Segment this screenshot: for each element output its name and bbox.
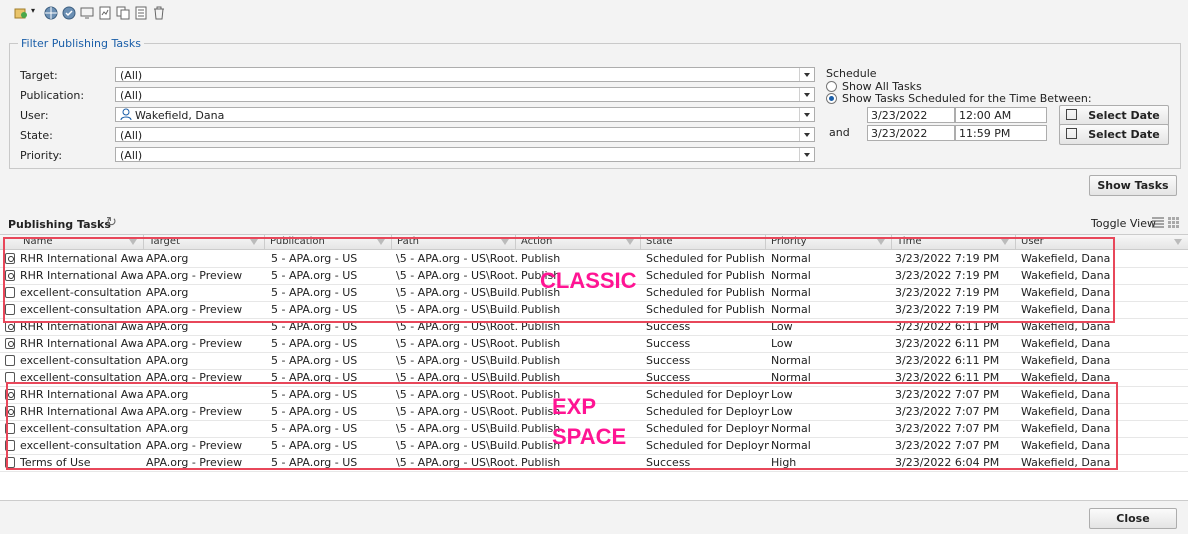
classic-annotation: CLASSIC (540, 268, 637, 293)
priority-label: Priority: (20, 149, 63, 162)
table-row[interactable]: excellent-consultation APA.org 5 - APA.org… (0, 352, 1188, 370)
page-task-icon (5, 355, 15, 366)
cell-name: RHR International Awa... (20, 337, 144, 350)
show-all-radio[interactable] (826, 81, 837, 92)
trash-icon[interactable] (152, 6, 166, 20)
space-annotation: SPACE (552, 424, 627, 449)
chevron-down-icon[interactable] (799, 128, 814, 141)
toolbar: ▾ (0, 0, 1188, 28)
publication-value: (All) (120, 89, 143, 102)
user-value: Wakefield, Dana (135, 109, 225, 122)
globe-check-icon[interactable] (62, 6, 76, 20)
new-task-dropdown-icon[interactable]: ▾ (31, 6, 35, 15)
filter-legend: Filter Publishing Tasks (18, 37, 144, 50)
cell-publication: 5 - APA.org - US (271, 354, 358, 367)
target-label: Target: (20, 69, 58, 82)
monitor-icon[interactable] (80, 6, 94, 20)
cell-time: 3/23/2022 6:11 PM (895, 337, 1000, 350)
new-task-icon[interactable] (14, 6, 28, 20)
to-time-input[interactable]: 11:59 PM (955, 125, 1047, 141)
cell-name: excellent-consultation (20, 354, 142, 367)
priority-select[interactable]: (All) (115, 147, 815, 162)
refresh-icon[interactable]: ↻ (106, 215, 117, 230)
chevron-down-icon[interactable] (799, 148, 814, 161)
and-label: and (829, 126, 850, 139)
select-date-label: Select Date (1088, 109, 1160, 122)
state-select[interactable]: (All) (115, 127, 815, 142)
from-date-input[interactable]: 3/23/2022 (867, 107, 955, 123)
report-icon[interactable] (98, 6, 112, 20)
filter-icon (1174, 239, 1182, 245)
cell-user: Wakefield, Dana (1021, 337, 1111, 350)
show-tasks-button[interactable]: Show Tasks (1089, 175, 1177, 196)
cell-priority: Low (771, 337, 793, 350)
cell-action: Publish (521, 354, 561, 367)
state-label: State: (20, 129, 53, 142)
user-select[interactable]: Wakefield, Dana (115, 107, 815, 122)
cell-action: Publish (521, 337, 561, 350)
select-to-date-button[interactable]: Select Date (1059, 124, 1169, 145)
schedule-title: Schedule (826, 67, 877, 80)
cell-publication: 5 - APA.org - US (271, 337, 358, 350)
cell-time: 3/23/2022 6:11 PM (895, 354, 1000, 367)
from-time-input[interactable]: 12:00 AM (955, 107, 1047, 123)
table-row[interactable]: RHR International Awa... APA.org - Previe… (0, 335, 1188, 353)
calendar-icon (1066, 128, 1077, 139)
publication-label: Publication: (20, 89, 85, 102)
cell-target: APA.org - Preview (146, 337, 243, 350)
cell-state: Success (646, 337, 691, 350)
show-between-label: Show Tasks Scheduled for the Time Betwee… (842, 92, 1092, 105)
globe-icon[interactable] (44, 6, 58, 20)
target-select[interactable]: (All) (115, 67, 815, 82)
priority-value: (All) (120, 149, 143, 162)
select-from-date-button[interactable]: Select Date (1059, 105, 1169, 126)
cell-target: APA.org (146, 354, 189, 367)
copy-icon[interactable] (116, 6, 130, 20)
show-between-radio[interactable] (826, 93, 837, 104)
cell-path: \5 - APA.org - US\Build... (396, 354, 519, 367)
to-date-input[interactable]: 3/23/2022 (867, 125, 955, 141)
user-label: User: (20, 109, 49, 122)
toggle-view-label: Toggle View (1091, 217, 1156, 230)
chevron-down-icon[interactable] (799, 108, 814, 121)
state-value: (All) (120, 129, 143, 142)
cell-state: Success (646, 354, 691, 367)
cell-user: Wakefield, Dana (1021, 354, 1111, 367)
list-view-icon[interactable] (1152, 217, 1164, 228)
chevron-down-icon[interactable] (799, 68, 814, 81)
close-button[interactable]: Close (1089, 508, 1177, 529)
publication-select[interactable]: (All) (115, 87, 815, 102)
exp-annotation: EXP (552, 394, 597, 419)
footer: Close (0, 500, 1188, 534)
cell-priority: Normal (771, 354, 811, 367)
details-icon[interactable] (134, 6, 148, 20)
publication-task-icon (5, 338, 15, 349)
chevron-down-icon[interactable] (799, 88, 814, 101)
publishing-tasks-title: Publishing Tasks (8, 218, 111, 231)
calendar-icon (1066, 109, 1077, 120)
select-date-label: Select Date (1088, 128, 1160, 141)
user-icon (120, 108, 132, 120)
target-value: (All) (120, 69, 143, 82)
cell-path: \5 - APA.org - US\Root... (396, 337, 519, 350)
grid-view-icon[interactable] (1168, 217, 1180, 228)
